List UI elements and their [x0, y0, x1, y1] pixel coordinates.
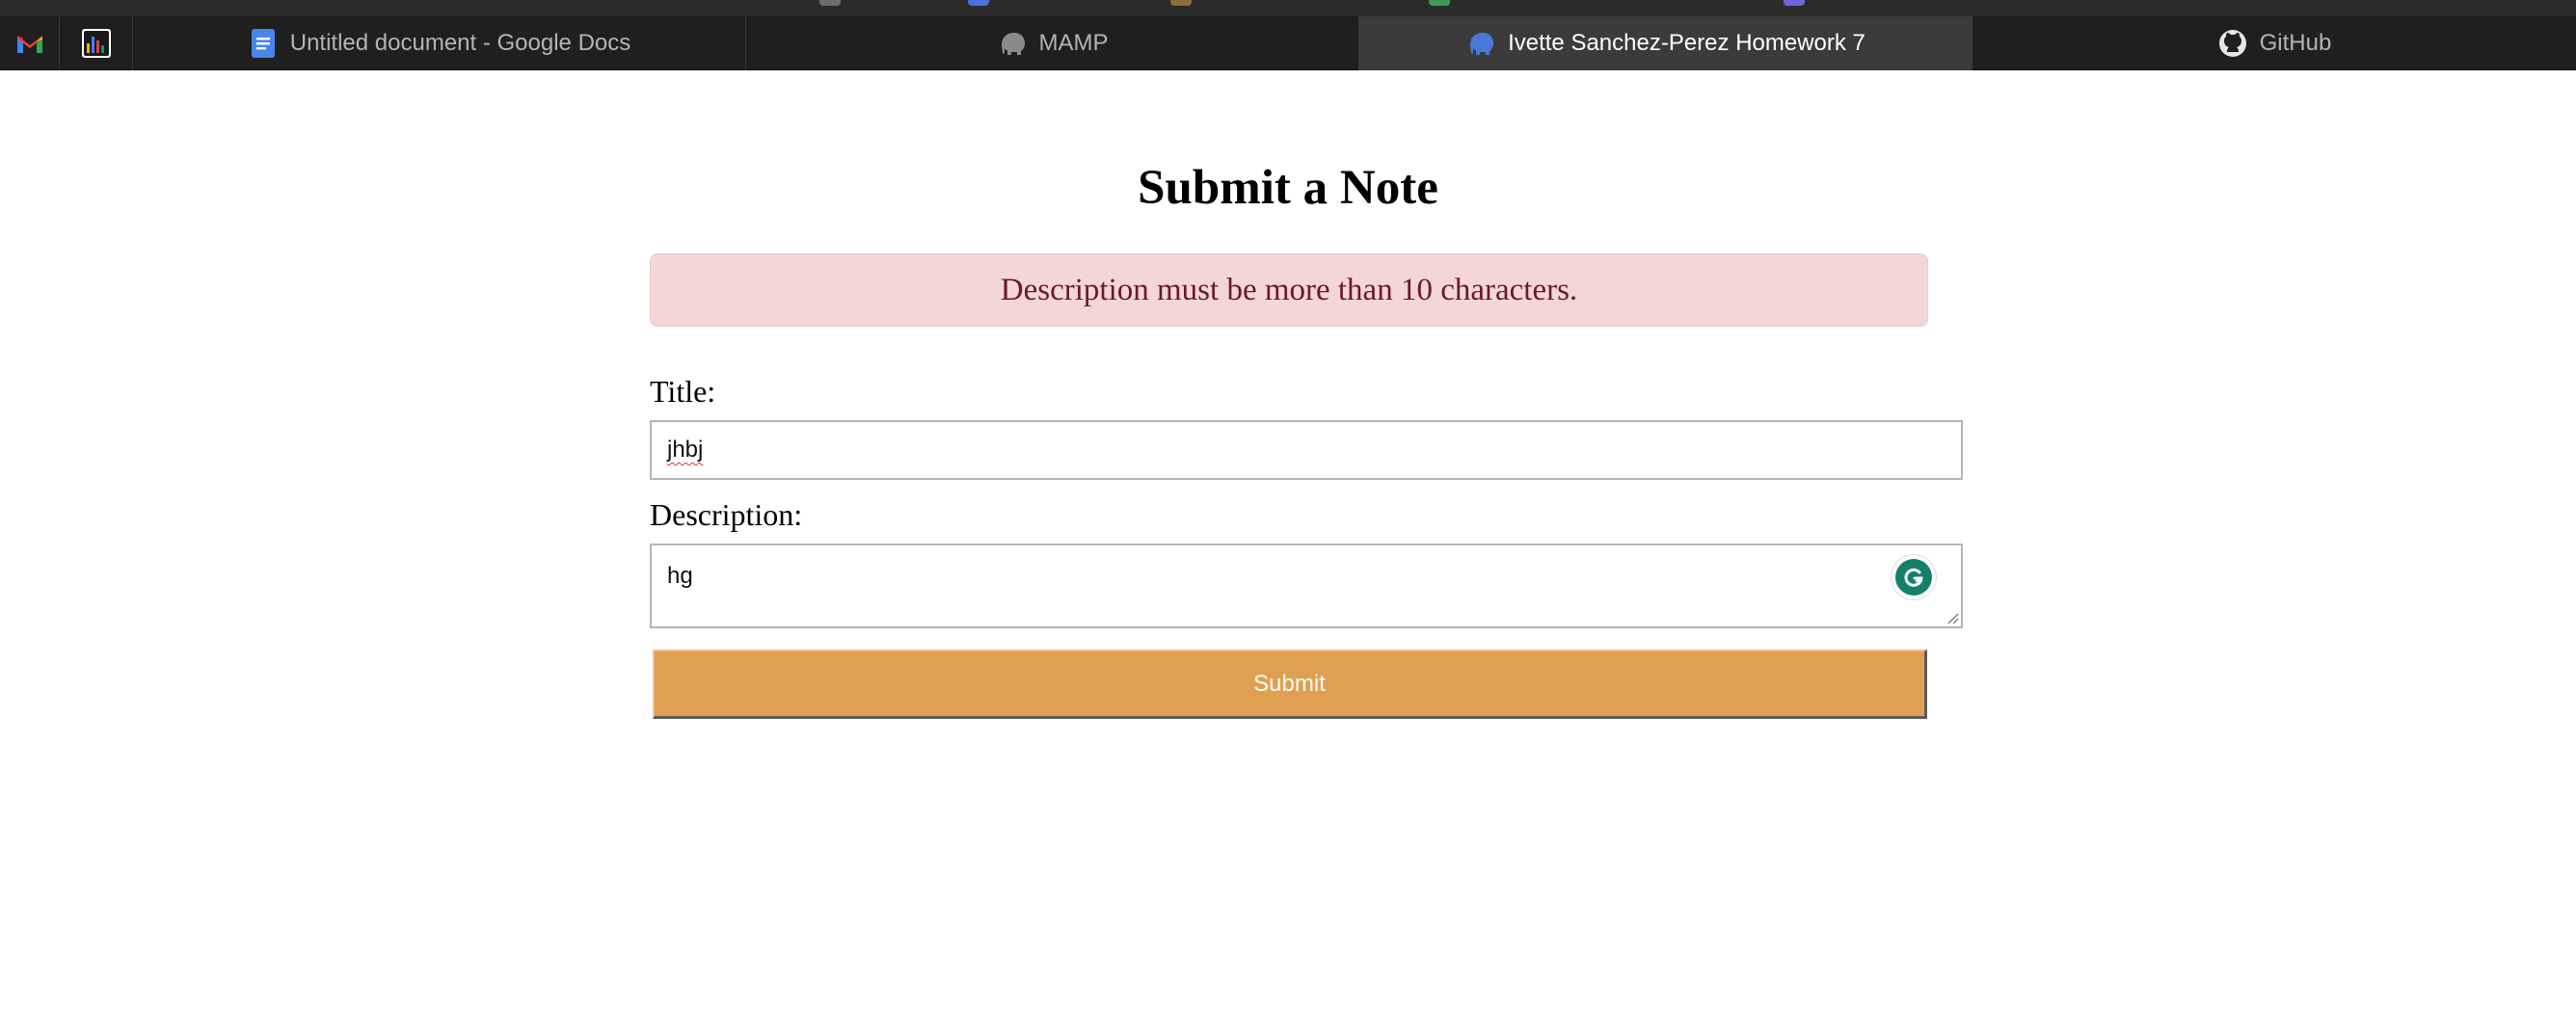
description-label: Description: — [650, 497, 803, 532]
description-textarea-value: hg — [667, 563, 693, 589]
gmail-icon — [16, 36, 42, 53]
title-input-value: jhbj — [667, 437, 704, 463]
tab-homework-7[interactable]: Ivette Sanchez-Perez Homework 7 — [1359, 16, 1972, 70]
tab-peek-icon — [819, 0, 841, 6]
page-title: Submit a Note — [1138, 161, 1438, 215]
resize-grip-icon[interactable] — [1945, 611, 1959, 624]
grammarly-icon[interactable] — [1892, 555, 1936, 599]
github-icon — [2218, 30, 2246, 57]
submit-button[interactable]: Submit — [653, 650, 1927, 719]
page-content: Submit a Note Description must be more t… — [0, 71, 2576, 1035]
tab-mamp[interactable]: MAMP — [746, 16, 1359, 70]
docs-icon — [251, 29, 275, 58]
tab-label: Untitled document - Google Docs — [289, 30, 631, 56]
elephant-icon — [1470, 33, 1494, 55]
tab-label: GitHub — [2259, 30, 2332, 56]
browser-top-strip — [0, 0, 2576, 16]
tab-peek-icon — [1429, 0, 1450, 6]
elephant-icon — [1001, 33, 1025, 55]
title-label: Title: — [650, 374, 716, 409]
error-alert: Description must be more than 10 charact… — [650, 253, 1928, 327]
analytics-icon — [81, 29, 111, 58]
browser-tab-bar: Untitled document - Google Docs MAMP Ive… — [0, 16, 2576, 70]
title-input[interactable]: jhbj — [650, 420, 1963, 480]
tab-label: Ivette Sanchez-Perez Homework 7 — [1508, 30, 1865, 56]
description-textarea[interactable]: hg — [650, 544, 1963, 628]
alert-message: Description must be more than 10 charact… — [1000, 272, 1578, 307]
pinned-tab-gmail[interactable] — [0, 16, 60, 70]
grammarly-g-glyph — [1904, 568, 1923, 587]
tab-github[interactable]: GitHub — [1972, 16, 2576, 70]
tab-google-docs[interactable]: Untitled document - Google Docs — [133, 16, 746, 70]
grammarly-g-badge — [1895, 559, 1932, 596]
tab-peek-icon — [1784, 0, 1805, 6]
tab-label: MAMP — [1038, 30, 1109, 56]
tab-peek-icon — [1170, 0, 1192, 6]
tab-peek-icon — [968, 0, 989, 6]
pinned-tab-analytics[interactable] — [60, 16, 133, 70]
